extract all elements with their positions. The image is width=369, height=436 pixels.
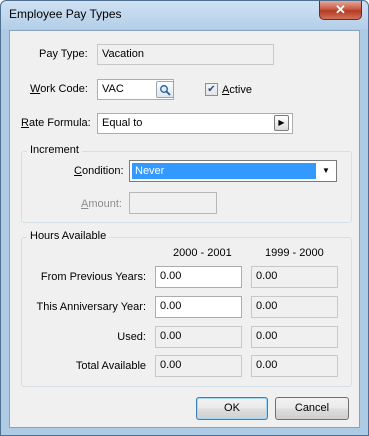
amount-input[interactable] <box>129 192 217 214</box>
rate-formula-input[interactable]: Equal to <box>97 113 293 134</box>
rate-formula-expand-button[interactable]: ▶ <box>274 115 289 131</box>
magnifier-icon <box>160 85 171 96</box>
increment-group-title: Increment <box>27 144 82 156</box>
condition-label: Condition: <box>74 165 124 177</box>
used-current-field: 0.00 <box>155 326 242 348</box>
work-code-lookup-button[interactable] <box>156 81 174 98</box>
condition-select[interactable]: Never ▼ <box>129 160 337 182</box>
total-available-current-field: 0.00 <box>155 355 242 377</box>
arrow-right-icon: ▶ <box>278 118 285 127</box>
this-anniversary-year-prior-field: 0.00 <box>251 296 338 318</box>
total-available-prior-field: 0.00 <box>251 355 338 377</box>
active-label: Active <box>222 84 252 96</box>
from-previous-years-label: From Previous Years: <box>40 271 146 283</box>
from-previous-years-current-input[interactable]: 0.00 <box>155 266 242 288</box>
chevron-down-icon[interactable]: ▼ <box>318 163 334 179</box>
from-previous-years-prior-field: 0.00 <box>251 266 338 288</box>
title-bar[interactable]: Employee Pay Types ✕ <box>1 1 368 29</box>
window-title: Employee Pay Types <box>9 7 122 21</box>
pay-type-label: Pay Type: <box>39 48 88 60</box>
dialog-body: Pay Type: Vacation Work Code: VAC ✔ Acti… <box>9 30 360 428</box>
employee-pay-types-window: Employee Pay Types ✕ Pay Type: Vacation … <box>0 0 369 436</box>
cancel-button[interactable]: Cancel <box>275 397 349 420</box>
this-anniversary-year-current-input[interactable]: 0.00 <box>155 296 242 318</box>
prior-year-column-header: 1999 - 2000 <box>265 247 324 259</box>
current-year-column-header: 2000 - 2001 <box>173 247 232 259</box>
total-available-label: Total Available <box>75 360 146 372</box>
active-checkbox[interactable]: ✔ <box>205 83 218 96</box>
close-icon: ✕ <box>335 2 346 17</box>
pay-type-field: Vacation <box>97 44 274 65</box>
close-button[interactable]: ✕ <box>319 1 362 20</box>
used-prior-field: 0.00 <box>251 326 338 348</box>
this-anniversary-year-label: This Anniversary Year: <box>36 301 146 313</box>
hours-available-group-title: Hours Available <box>27 230 110 242</box>
used-label: Used: <box>117 331 146 343</box>
checkmark-icon: ✔ <box>207 84 216 95</box>
amount-label: Amount: <box>81 198 122 210</box>
ok-button[interactable]: OK <box>196 397 268 420</box>
rate-formula-label: Rate Formula: <box>21 117 91 129</box>
work-code-label: Work Code: <box>30 83 88 95</box>
condition-selected-value: Never <box>132 163 316 179</box>
